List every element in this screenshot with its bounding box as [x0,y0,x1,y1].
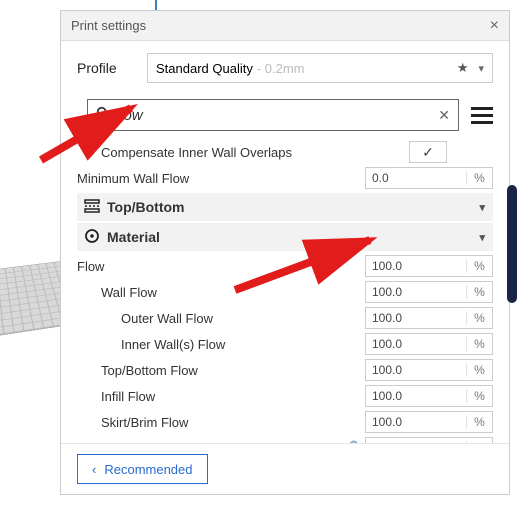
profile-dropdown[interactable]: Standard Quality - 0.2mm ★ ▾ [147,53,493,83]
skirt-brim-flow-input[interactable]: 100.0 % [365,411,493,433]
scrollbar-thumb[interactable] [507,185,517,303]
infill-flow-input[interactable]: 100.0 % [365,385,493,407]
close-icon[interactable]: × [490,17,499,35]
setting-label: Flow [77,259,365,274]
search-input[interactable] [116,107,438,124]
section-label: Top/Bottom [107,199,479,215]
outer-wall-flow-input[interactable]: 100.0 % [365,307,493,329]
setting-label: Minimum Wall Flow [77,171,365,186]
settings-list: Compensate Inner Wall Overlaps ✓ Minimum… [61,139,509,443]
star-icon[interactable]: ★ [457,60,469,76]
chevron-down-icon: ▾ [478,62,484,75]
row-inner-walls-flow: Inner Wall(s) Flow 100.0 % [77,331,493,357]
section-label: Material [107,229,479,245]
row-outer-wall-flow: Outer Wall Flow 100.0 % [77,305,493,331]
row-flow: Flow 100.0 % [77,253,493,279]
top-bottom-icon [77,199,107,216]
section-top-bottom[interactable]: Top/Bottom ▾ [77,193,493,221]
inner-walls-flow-input[interactable]: 100.0 % [365,333,493,355]
chevron-down-icon: ▾ [479,231,485,244]
recommended-button[interactable]: ‹ Recommended [77,454,208,484]
setting-label: Top/Bottom Flow [101,363,365,378]
profile-label: Profile [77,60,147,76]
material-icon [77,228,107,247]
profile-suffix: - 0.2mm [257,61,305,76]
hamburger-menu-icon[interactable] [471,107,493,124]
print-settings-panel: Print settings × Profile Standard Qualit… [60,10,510,495]
row-minimum-wall-flow: Minimum Wall Flow 0.0 % [77,165,493,191]
setting-label: Wall Flow [101,285,365,300]
link-icon[interactable]: 🔗 [342,440,359,444]
row-support-flow: Support Flow 🔗 100.0 % [77,435,493,443]
search-icon [96,106,110,125]
wall-flow-input[interactable]: 100.0 % [365,281,493,303]
checkbox[interactable]: ✓ [409,141,447,163]
clear-search-icon[interactable]: ✕ [438,107,450,124]
minimum-wall-flow-input[interactable]: 0.0 % [365,167,493,189]
setting-label: Infill Flow [101,389,365,404]
support-flow-input[interactable]: 100.0 % [365,437,493,443]
chevron-down-icon: ▾ [479,201,485,214]
row-skirt-brim-flow: Skirt/Brim Flow 100.0 % [77,409,493,435]
recommended-label: Recommended [104,462,192,477]
row-compensate-inner-wall-overlaps: Compensate Inner Wall Overlaps ✓ [77,139,493,165]
profile-value: Standard Quality [156,61,253,76]
flow-input[interactable]: 100.0 % [365,255,493,277]
section-material[interactable]: Material ▾ [77,223,493,251]
row-wall-flow: Wall Flow 100.0 % [77,279,493,305]
panel-title: Print settings [71,18,146,33]
setting-label: Inner Wall(s) Flow [121,337,365,352]
panel-titlebar: Print settings × [61,11,509,41]
setting-label: Outer Wall Flow [121,311,365,326]
chevron-left-icon: ‹ [92,462,96,477]
top-bottom-flow-input[interactable]: 100.0 % [365,359,493,381]
setting-label: Compensate Inner Wall Overlaps [101,145,409,160]
setting-label: Skirt/Brim Flow [101,415,365,430]
row-infill-flow: Infill Flow 100.0 % [77,383,493,409]
profile-row: Profile Standard Quality - 0.2mm ★ ▾ [61,41,509,89]
setting-label: Support Flow [101,441,342,444]
panel-footer: ‹ Recommended [61,443,509,494]
search-box[interactable]: ✕ [87,99,459,131]
row-top-bottom-flow: Top/Bottom Flow 100.0 % [77,357,493,383]
search-row: ✕ [61,89,509,139]
